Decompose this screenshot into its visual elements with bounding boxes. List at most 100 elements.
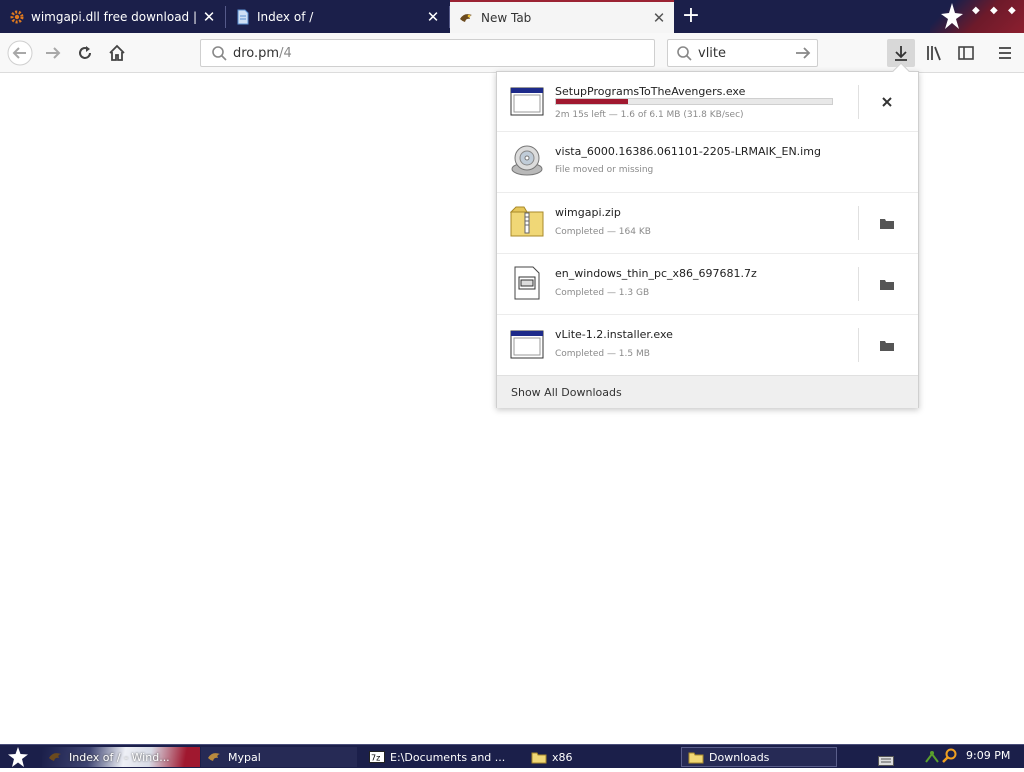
folder-icon <box>880 219 894 229</box>
disc-image-icon <box>510 144 544 178</box>
search-input[interactable]: vlite <box>698 46 794 61</box>
close-icon <box>882 97 892 107</box>
url-bar[interactable]: dro.pm/4 <box>200 39 655 67</box>
download-filename: vista_6000.16386.061101-2205-LRMAIK_EN.i… <box>555 145 821 158</box>
open-folder-button[interactable] <box>869 333 905 357</box>
back-button[interactable] <box>5 38 35 68</box>
forward-arrow-icon <box>46 47 61 59</box>
folder-icon <box>880 280 894 290</box>
taskbar-item-label: E:\Documents and ... <box>390 750 506 764</box>
download-filename: wimgapi.zip <box>555 206 621 219</box>
download-filename: SetupProgramsToTheAvengers.exe <box>555 85 746 98</box>
divider <box>858 267 859 301</box>
taskbar-item-index-of[interactable]: Index of / - Wind... <box>42 747 200 767</box>
exe-window-icon <box>510 84 544 118</box>
hamburger-menu-icon <box>999 47 1011 59</box>
reload-button[interactable] <box>70 38 100 68</box>
cancel-download-button[interactable] <box>869 90 905 114</box>
download-status: Completed — 1.5 MB <box>555 349 650 359</box>
taskbar: Index of / - Wind... Mypal 7z E:\Documen… <box>0 744 1024 768</box>
taskbar-item-7zip[interactable]: 7z E:\Documents and ... <box>363 747 523 767</box>
menu-button[interactable] <box>990 38 1020 68</box>
downloads-panel: SetupProgramsToTheAvengers.exe 2m 15s le… <box>496 62 919 408</box>
tab-title: wimgapi.dll free download | DLL-fil <box>31 9 200 24</box>
open-folder-button[interactable] <box>869 272 905 296</box>
download-item[interactable]: vLite-1.2.installer.exe Completed — 1.5 … <box>497 315 918 376</box>
search-go-icon[interactable] <box>794 44 812 62</box>
sidebar-button[interactable] <box>951 38 981 68</box>
taskbar-item-label: Index of / - Wind... <box>69 750 170 764</box>
close-tab-icon[interactable]: ✕ <box>650 9 668 27</box>
forward-button[interactable] <box>38 38 68 68</box>
taskbar-item-x86[interactable]: x86 <box>525 747 675 767</box>
gear-icon <box>9 9 25 25</box>
download-filename: en_windows_thin_pc_x86_697681.7z <box>555 267 757 280</box>
download-item[interactable]: en_windows_thin_pc_x86_697681.7z Complet… <box>497 254 918 315</box>
close-tab-icon[interactable]: ✕ <box>424 8 442 26</box>
taskbar-item-downloads[interactable]: Downloads <box>681 747 837 767</box>
7z-icon <box>510 266 544 300</box>
folder-icon <box>688 750 704 764</box>
home-icon <box>109 44 125 61</box>
url-host: dro.pm <box>233 45 280 61</box>
7zip-icon: 7z <box>369 750 385 764</box>
network-icon[interactable] <box>924 748 940 768</box>
download-status: Completed — 1.3 GB <box>555 288 650 298</box>
back-arrow-icon <box>7 40 33 66</box>
taskbar-item-mypal[interactable]: Mypal <box>201 747 357 767</box>
new-tab-button[interactable]: + <box>680 4 702 28</box>
svg-text:7z: 7z <box>371 754 380 763</box>
progress-fill <box>556 99 628 104</box>
tab-index-of[interactable]: Index of / ✕ <box>226 0 448 33</box>
tab-title: New Tab <box>481 10 532 25</box>
firefox-icon <box>48 750 64 764</box>
download-item[interactable]: SetupProgramsToTheAvengers.exe 2m 15s le… <box>497 72 918 132</box>
download-item[interactable]: vista_6000.16386.061101-2205-LRMAIK_EN.i… <box>497 132 918 193</box>
download-status: 2m 15s left — 1.6 of 6.1 MB (31.8 KB/sec… <box>555 110 744 120</box>
url-path: /4 <box>279 45 292 61</box>
start-button[interactable] <box>4 746 32 768</box>
download-item[interactable]: wimgapi.zip Completed — 164 KB <box>497 193 918 254</box>
tab-strip: wimgapi.dll free download | DLL-fil ✕ In… <box>0 0 1024 33</box>
tab-wimgapi[interactable]: wimgapi.dll free download | DLL-fil ✕ <box>0 0 224 33</box>
search-bar[interactable]: vlite <box>667 39 818 67</box>
download-status: Completed — 164 KB <box>555 227 651 237</box>
folder-icon <box>880 341 894 351</box>
download-progress-bar <box>555 98 833 105</box>
open-folder-button[interactable] <box>869 211 905 235</box>
taskbar-item-label: x86 <box>552 750 573 764</box>
window-corner-decoration: ◆ ◆ ◆ <box>930 0 1024 33</box>
close-tab-icon[interactable]: ✕ <box>200 8 218 26</box>
download-filename: vLite-1.2.installer.exe <box>555 328 673 341</box>
search-icon <box>211 45 227 61</box>
maximize-icon[interactable]: ◆ <box>990 5 998 16</box>
tab-title: Index of / <box>257 9 314 24</box>
search-icon <box>676 45 692 61</box>
library-icon <box>927 46 941 61</box>
home-button[interactable] <box>102 38 132 68</box>
exe-window-icon <box>510 327 544 361</box>
show-all-downloads-button[interactable]: Show All Downloads <box>497 375 918 408</box>
divider <box>858 206 859 240</box>
reload-icon <box>79 46 91 59</box>
search-tray-icon[interactable] <box>942 748 958 768</box>
download-arrow-icon <box>895 46 907 61</box>
divider <box>858 85 859 119</box>
firefox-icon <box>459 10 475 26</box>
zip-icon <box>509 205 544 239</box>
keyboard-icon[interactable] <box>878 751 894 770</box>
navigation-toolbar: dro.pm/4 vlite <box>0 33 1024 73</box>
star-logo-icon <box>8 747 28 767</box>
tab-new-tab[interactable]: New Tab ✕ <box>450 0 674 33</box>
taskbar-item-label: Mypal <box>228 750 261 764</box>
taskbar-clock[interactable]: 9:09 PM <box>966 749 1010 762</box>
close-window-icon[interactable]: ◆ <box>1008 5 1016 16</box>
document-icon <box>235 9 251 25</box>
divider <box>858 328 859 362</box>
sidebar-icon <box>958 46 974 60</box>
download-status: File moved or missing <box>555 165 654 175</box>
folder-icon <box>531 750 547 764</box>
minimize-icon[interactable]: ◆ <box>972 5 980 16</box>
library-button[interactable] <box>919 38 949 68</box>
taskbar-item-label: Downloads <box>709 750 770 764</box>
